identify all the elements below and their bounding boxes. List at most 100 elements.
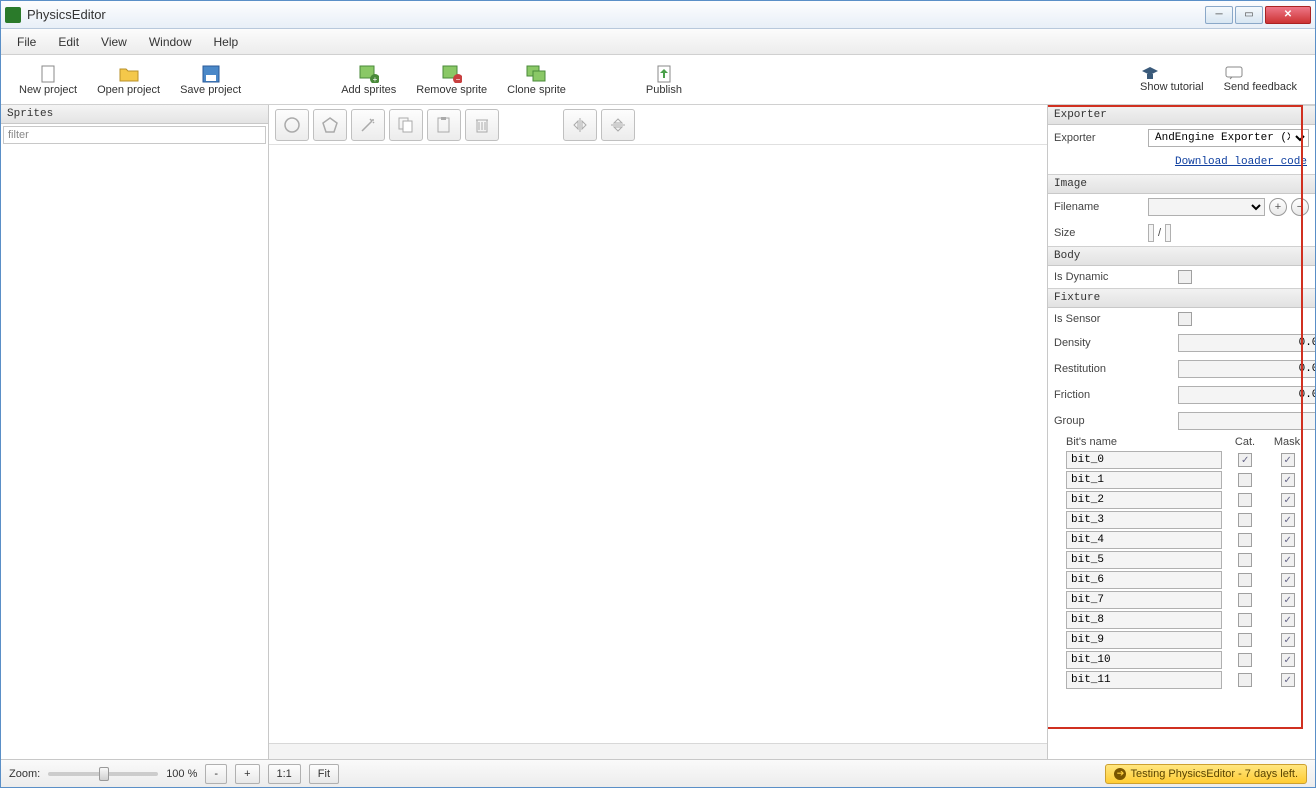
friction-input[interactable] [1178, 386, 1315, 404]
wand-tool-button[interactable] [351, 109, 385, 141]
open-project-button[interactable]: Open project [87, 62, 170, 98]
bit-name-input[interactable] [1066, 611, 1222, 629]
filename-remove-button[interactable]: − [1291, 198, 1309, 216]
bit-row: ✓ [1048, 470, 1315, 490]
restitution-input[interactable] [1178, 360, 1315, 378]
body-section-header: Body [1048, 246, 1315, 266]
save-project-button[interactable]: Save project [170, 62, 251, 98]
menu-view[interactable]: View [91, 32, 137, 52]
bit-row: ✓ [1048, 530, 1315, 550]
new-project-button[interactable]: New project [9, 62, 87, 98]
bit-mask-checkbox[interactable]: ✓ [1281, 553, 1295, 567]
fixture-section-header: Fixture [1048, 288, 1315, 308]
bit-name-input[interactable] [1066, 551, 1222, 569]
bit-cat-checkbox[interactable] [1238, 593, 1252, 607]
zoom-thumb[interactable] [99, 767, 109, 781]
bit-cat-checkbox[interactable] [1238, 633, 1252, 647]
trial-badge[interactable]: ➔ Testing PhysicsEditor - 7 days left. [1105, 764, 1307, 784]
bit-name-input[interactable] [1066, 531, 1222, 549]
bit-mask-checkbox[interactable]: ✓ [1281, 473, 1295, 487]
minimize-button[interactable]: ─ [1205, 6, 1233, 24]
exporter-select[interactable]: AndEngine Exporter (XML) [1148, 129, 1309, 147]
remove-sprite-button[interactable]: − Remove sprite [406, 62, 497, 98]
sprites-filter-input[interactable]: filter [3, 126, 266, 144]
window-title: PhysicsEditor [27, 7, 1205, 22]
bit-cat-checkbox[interactable] [1238, 553, 1252, 567]
bit-name-input[interactable] [1066, 671, 1222, 689]
filename-select[interactable] [1148, 198, 1265, 216]
bit-name-input[interactable] [1066, 511, 1222, 529]
send-feedback-button[interactable]: Send feedback [1214, 63, 1307, 96]
delete-button[interactable] [465, 109, 499, 141]
size-width-input[interactable] [1148, 224, 1154, 242]
paste-button[interactable] [427, 109, 461, 141]
bit-mask-checkbox[interactable]: ✓ [1281, 573, 1295, 587]
bit-mask-checkbox[interactable]: ✓ [1281, 673, 1295, 687]
filename-label: Filename [1054, 201, 1144, 213]
feedback-icon [1224, 65, 1297, 81]
bit-mask-checkbox[interactable]: ✓ [1281, 653, 1295, 667]
bit-name-input[interactable] [1066, 591, 1222, 609]
density-input[interactable] [1178, 334, 1315, 352]
bit-name-input[interactable] [1066, 491, 1222, 509]
clone-sprite-button[interactable]: Clone sprite [497, 62, 576, 98]
canvas[interactable] [269, 145, 1047, 743]
filename-add-button[interactable]: + [1269, 198, 1287, 216]
menu-edit[interactable]: Edit [48, 32, 89, 52]
download-loader-link[interactable]: Download loader code [1175, 156, 1307, 168]
flip-h-button[interactable] [563, 109, 597, 141]
bit-cat-checkbox[interactable] [1238, 653, 1252, 667]
bit-cat-checkbox[interactable] [1238, 513, 1252, 527]
publish-button[interactable]: Publish [636, 62, 692, 98]
bit-name-input[interactable] [1066, 631, 1222, 649]
size-height-input[interactable] [1165, 224, 1171, 242]
sprites-list[interactable] [1, 146, 268, 759]
group-input[interactable] [1178, 412, 1315, 430]
friction-label: Friction [1054, 389, 1174, 401]
flip-v-button[interactable] [601, 109, 635, 141]
circle-tool-button[interactable] [275, 109, 309, 141]
bit-mask-checkbox[interactable]: ✓ [1281, 513, 1295, 527]
bit-cat-checkbox[interactable] [1238, 493, 1252, 507]
show-tutorial-button[interactable]: Show tutorial [1130, 63, 1214, 96]
menu-window[interactable]: Window [139, 32, 202, 52]
bit-cat-checkbox[interactable] [1238, 533, 1252, 547]
zoom-fit-button[interactable]: Fit [309, 764, 339, 784]
menubar: File Edit View Window Help [1, 29, 1315, 55]
bit-name-input[interactable] [1066, 451, 1222, 469]
menu-file[interactable]: File [7, 32, 46, 52]
bit-cat-checkbox[interactable] [1238, 573, 1252, 587]
bit-cat-checkbox[interactable]: ✓ [1238, 453, 1252, 467]
bit-mask-checkbox[interactable]: ✓ [1281, 453, 1295, 467]
canvas-scrollbar-h[interactable] [269, 743, 1047, 759]
zoom-in-button[interactable]: + [235, 764, 259, 784]
bit-mask-checkbox[interactable]: ✓ [1281, 613, 1295, 627]
bit-mask-checkbox[interactable]: ✓ [1281, 633, 1295, 647]
bit-name-input[interactable] [1066, 471, 1222, 489]
zoom-actual-button[interactable]: 1:1 [268, 764, 301, 784]
zoom-value: 100 % [166, 768, 197, 780]
zoom-slider[interactable] [48, 772, 158, 776]
bit-cat-checkbox[interactable] [1238, 673, 1252, 687]
is-sensor-checkbox[interactable] [1178, 312, 1192, 326]
titlebar: PhysicsEditor ─ ▭ ✕ [1, 1, 1315, 29]
bit-mask-checkbox[interactable]: ✓ [1281, 593, 1295, 607]
add-sprites-button[interactable]: + Add sprites [331, 62, 406, 98]
bit-mask-checkbox[interactable]: ✓ [1281, 493, 1295, 507]
bit-row: ✓ [1048, 650, 1315, 670]
zoom-out-button[interactable]: - [205, 764, 227, 784]
bit-cat-checkbox[interactable] [1238, 613, 1252, 627]
bit-name-input[interactable] [1066, 651, 1222, 669]
svg-text:+: + [372, 75, 377, 83]
group-label: Group [1054, 415, 1174, 427]
polygon-tool-button[interactable] [313, 109, 347, 141]
menu-help[interactable]: Help [204, 32, 249, 52]
is-dynamic-checkbox[interactable] [1178, 270, 1192, 284]
copy-button[interactable] [389, 109, 423, 141]
close-button[interactable]: ✕ [1265, 6, 1311, 24]
bit-mask-checkbox[interactable]: ✓ [1281, 533, 1295, 547]
bit-name-input[interactable] [1066, 571, 1222, 589]
properties-panel: Exporter Exporter AndEngine Exporter (XM… [1047, 105, 1315, 759]
bit-cat-checkbox[interactable] [1238, 473, 1252, 487]
maximize-button[interactable]: ▭ [1235, 6, 1263, 24]
